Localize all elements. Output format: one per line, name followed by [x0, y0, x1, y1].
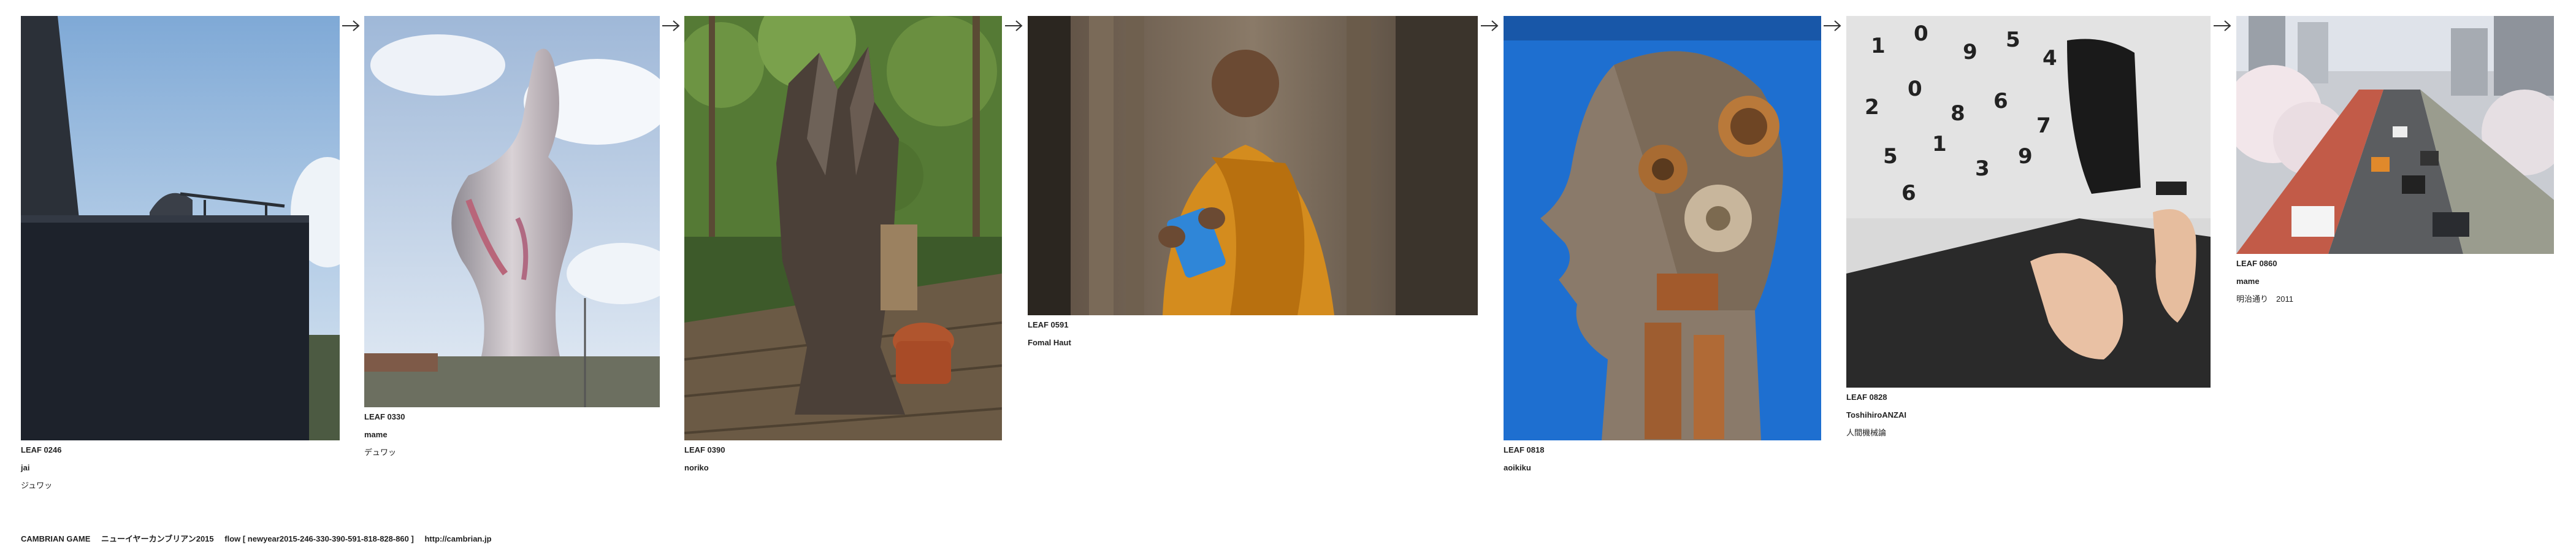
photo-leaf-0828[interactable]: 109 542 086 751 396: [1846, 16, 2211, 388]
leaf-author[interactable]: ToshihiroANZAI: [1846, 410, 2211, 420]
svg-text:4: 4: [2043, 46, 2057, 71]
leaf-code[interactable]: LEAF 0860: [2236, 259, 2554, 268]
right-arrow-icon: [1481, 20, 1499, 31]
svg-text:9: 9: [2018, 144, 2033, 169]
right-arrow-icon: [662, 20, 680, 31]
leaf-code[interactable]: LEAF 0330: [364, 412, 660, 421]
site-subtitle: ニューイヤーカンブリアン2015: [101, 534, 214, 543]
leaf-author[interactable]: Fomal Haut: [1028, 338, 1478, 347]
leaf-meta: LEAF 0828 ToshihiroANZAI 人間機械論: [1846, 393, 2211, 437]
leaf-code[interactable]: LEAF 0818: [1504, 445, 1821, 454]
svg-text:9: 9: [1963, 40, 1978, 64]
flow-label: flow [ newyear2015-246-330-390-591-818-8…: [224, 534, 414, 543]
photo-image: [21, 16, 340, 440]
leaf-meta: LEAF 0246 jai ジュワッ: [21, 445, 340, 490]
leaf-caption: ジュワッ: [21, 481, 53, 490]
svg-text:7: 7: [2036, 113, 2051, 138]
leaf-caption: 明治通り 2011: [2236, 294, 2293, 304]
leaf-0246: LEAF 0246 jai ジュワッ: [21, 16, 340, 490]
right-arrow-icon: [2214, 20, 2231, 31]
photo-leaf-0246[interactable]: [21, 16, 340, 440]
site-title[interactable]: CAMBRIAN GAME: [21, 534, 90, 543]
footer: CAMBRIAN GAME ニューイヤーカンブリアン2015 flow [ ne…: [21, 532, 500, 544]
leaf-author[interactable]: mame: [2236, 277, 2554, 286]
photo-image: [1028, 16, 1478, 315]
leaf-0828: 109 542 086 751 396 LEAF 0828 ToshihiroA…: [1846, 16, 2211, 437]
site-url-link[interactable]: http://cambrian.jp: [424, 534, 491, 543]
svg-text:3: 3: [1975, 156, 1990, 181]
photo-image: [364, 16, 660, 407]
svg-text:1: 1: [1932, 132, 1947, 156]
leaf-code[interactable]: LEAF 0390: [684, 445, 1002, 454]
photo-leaf-0860[interactable]: [2236, 16, 2554, 254]
leaf-meta: LEAF 0818 aoikiku: [1504, 445, 1821, 472]
svg-text:6: 6: [1993, 89, 2008, 113]
photo-leaf-0330[interactable]: [364, 16, 660, 407]
photo-leaf-0818[interactable]: [1504, 16, 1821, 440]
leaf-0390: LEAF 0390 noriko: [684, 16, 1002, 481]
leaf-author[interactable]: jai: [21, 463, 340, 472]
right-arrow-icon: [1005, 20, 1023, 31]
leaf-caption: 人間機械論: [1846, 428, 1887, 437]
svg-text:5: 5: [1883, 144, 1898, 169]
leaf-code[interactable]: LEAF 0246: [21, 445, 340, 454]
svg-text:0: 0: [1914, 21, 1928, 46]
photo-leaf-0591[interactable]: [1028, 16, 1478, 315]
photo-image: 1 09 542 08 6 75 1 3 96: [1846, 16, 2211, 388]
right-arrow-icon: [1824, 20, 1841, 31]
right-arrow-icon: [342, 20, 360, 31]
leaf-caption: デュワッ: [364, 448, 397, 457]
leaf-meta: LEAF 0390 noriko: [684, 445, 1002, 472]
leaf-meta: LEAF 0860 mame 明治通り 2011: [2236, 259, 2554, 304]
leaf-0860: LEAF 0860 mame 明治通り 2011: [2236, 16, 2554, 304]
svg-text:6: 6: [1901, 181, 1916, 205]
leaf-author[interactable]: aoikiku: [1504, 463, 1821, 472]
svg-text:5: 5: [2006, 28, 2020, 52]
leaf-code[interactable]: LEAF 0828: [1846, 393, 2211, 402]
leaf-code[interactable]: LEAF 0591: [1028, 320, 1478, 329]
leaf-0818: LEAF 0818 aoikiku: [1504, 16, 1821, 481]
svg-text:0: 0: [1908, 77, 1922, 101]
leaf-author[interactable]: noriko: [684, 463, 1002, 472]
svg-text:1: 1: [1871, 34, 1886, 58]
photo-image: [684, 16, 1002, 440]
leaf-0591: LEAF 0591 Fomal Haut: [1028, 16, 1478, 356]
svg-text:2: 2: [1865, 95, 1879, 120]
photo-image: [1504, 16, 1821, 440]
photo-leaf-0390[interactable]: [684, 16, 1002, 440]
leaf-0330: LEAF 0330 mame デュワッ: [364, 16, 660, 457]
leaf-meta: LEAF 0330 mame デュワッ: [364, 412, 660, 457]
svg-text:8: 8: [1951, 101, 1965, 126]
photo-image: [2236, 16, 2554, 254]
leaf-author[interactable]: mame: [364, 430, 660, 439]
leaf-meta: LEAF 0591 Fomal Haut: [1028, 320, 1478, 347]
